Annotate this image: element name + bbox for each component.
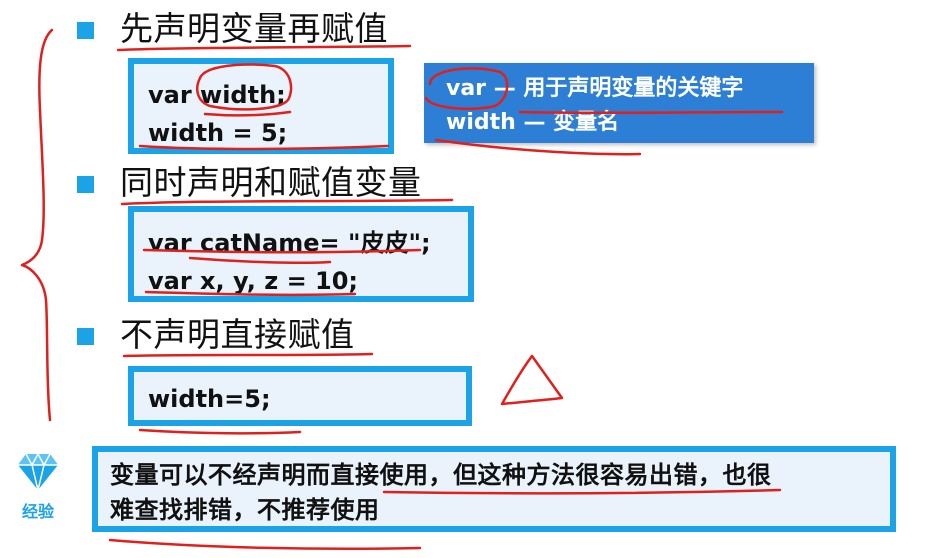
code-box-declare-then-assign: var width; width = 5; [128, 58, 394, 154]
keyword-tip-box: var — 用于声明变量的关键字 width — 变量名 [424, 63, 814, 143]
code-line: width = 5; [148, 119, 288, 147]
bullet-square [77, 328, 94, 345]
slide: 先声明变量再赋值 var width; width = 5; var — 用于声… [0, 0, 948, 558]
code-line: var x, y, z = 10; [148, 267, 359, 295]
section-heading-assign-without-declare: 不声明直接赋值 [120, 315, 355, 354]
experience-label: 经验 [21, 502, 54, 521]
section-heading-declare-then-assign: 先声明变量再赋值 [120, 9, 388, 48]
bullet-square [77, 176, 94, 193]
code-line: width=5; [148, 385, 271, 413]
experience-badge: 经验 [8, 452, 68, 522]
section-heading-declare-and-assign: 同时声明和赋值变量 [120, 163, 422, 202]
diamond-icon [18, 452, 58, 491]
code-line: var catName= "皮皮"; [148, 229, 431, 257]
bullet-square [77, 22, 94, 39]
tip-line-width: width — 变量名 [446, 110, 620, 135]
code-box-assign-without-declare: width=5; [128, 366, 472, 426]
note-line: 难查找排错，不推荐使用 [110, 496, 380, 524]
note-line: 变量可以不经声明而直接使用，但这种方法很容易出错，也很 [110, 461, 772, 489]
tip-line-var: var — 用于声明变量的关键字 [446, 76, 744, 101]
experience-note-box: 变量可以不经声明而直接使用，但这种方法很容易出错，也很 难查找排错，不推荐使用 [92, 446, 896, 532]
code-box-declare-and-assign: var catName= "皮皮"; var x, y, z = 10; [128, 206, 474, 302]
code-line: var width; [148, 81, 286, 109]
